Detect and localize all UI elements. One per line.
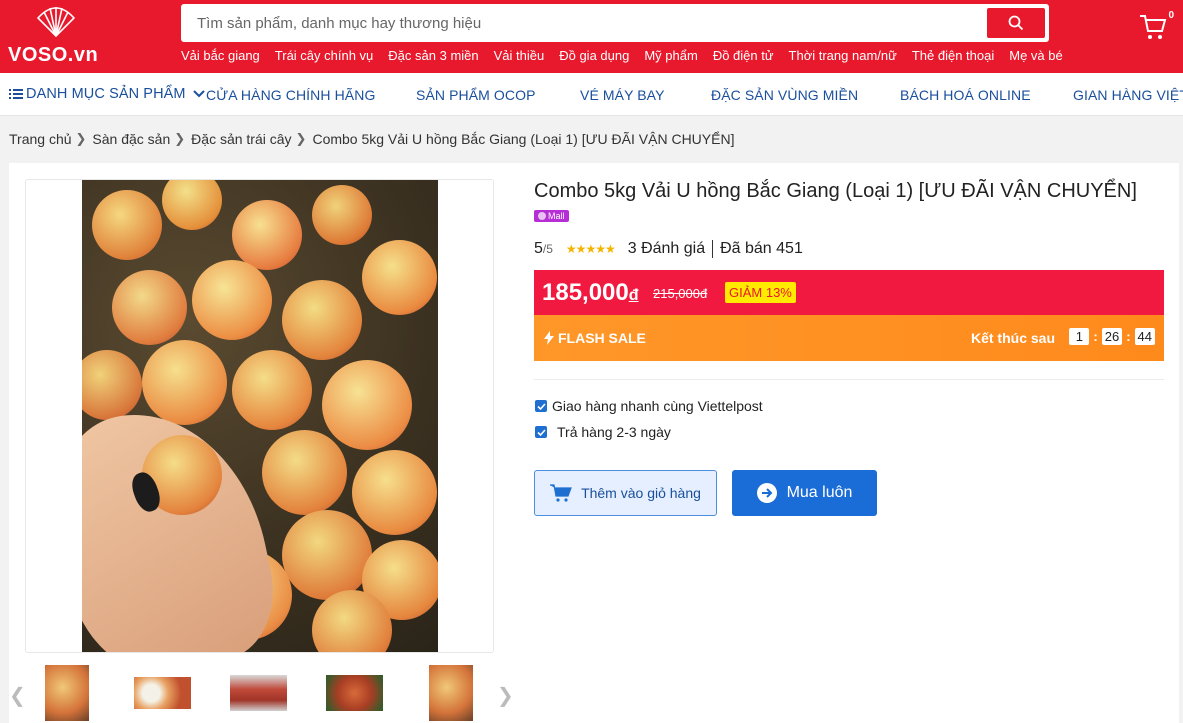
cart-icon: [550, 484, 572, 502]
category-menu-label: DANH MỤC SẢN PHẨM: [26, 86, 186, 102]
review-count[interactable]: 3 Đánh giá: [628, 240, 705, 258]
ends-label: Kết thúc sau: [970, 330, 1055, 346]
quick-link[interactable]: Trái cây chính vụ: [275, 48, 374, 63]
logo[interactable]: VOSO.vn: [8, 4, 104, 66]
quick-link[interactable]: Mẹ và bé: [1009, 48, 1062, 63]
search-icon: [1008, 15, 1024, 31]
mall-badge-label: Mall: [548, 211, 565, 221]
top-header: VOSO.vn 0 Vải bắc giang Trái cây chính v…: [0, 0, 1183, 73]
thumbnail-strip: ❮ ❯: [9, 663, 519, 723]
quick-link[interactable]: Đồ gia dụng: [559, 48, 629, 63]
flash-sale-text: FLASH SALE: [558, 330, 646, 346]
nav-item[interactable]: BÁCH HOÁ ONLINE: [900, 87, 1031, 103]
currency: đ: [628, 287, 639, 304]
nav-item[interactable]: VÉ MÁY BAY: [580, 87, 665, 103]
breadcrumb: Trang chủ ❯ Sàn đặc sản ❯ Đặc sản trái cây…: [9, 131, 734, 147]
mall-badge: Mall: [534, 210, 569, 222]
timer-minutes: 26: [1101, 328, 1123, 345]
lychee-photo: [82, 180, 438, 652]
quick-links: Vải bắc giang Trái cây chính vụ Đặc sản …: [181, 48, 1063, 63]
timer-hours: 1: [1069, 328, 1090, 345]
rating-row: 5 /5 ★★★★★ 3 Đánh giá Đã bán 451: [534, 240, 803, 258]
quick-link[interactable]: Vải thiều: [494, 48, 545, 63]
star-rating-icon: ★★★★★: [565, 242, 616, 256]
shell-logo-icon: [36, 7, 76, 38]
chevron-right-icon: ❯: [174, 131, 186, 146]
thumbnail[interactable]: [134, 677, 191, 709]
buy-now-label: Mua luôn: [786, 484, 853, 501]
countdown-timer: 1: 26: 44: [1069, 328, 1155, 345]
quick-link[interactable]: Vải bắc giang: [181, 48, 260, 63]
feature-text: Giao hàng nhanh cùng Viettelpost: [552, 398, 763, 414]
chevron-right-icon[interactable]: ❯: [497, 683, 514, 708]
add-to-cart-button[interactable]: Thêm vào giỏ hàng: [534, 470, 717, 516]
search-input[interactable]: [183, 6, 983, 40]
cart-count: 0: [1168, 10, 1174, 21]
current-price: 185,000đ: [542, 279, 639, 307]
mall-icon: [538, 212, 546, 220]
chevron-right-icon: ❯: [295, 131, 307, 146]
flash-sale-bar: FLASH SALE Kết thúc sau 1: 26: 44: [534, 315, 1164, 361]
feature-item: Giao hàng nhanh cùng Viettelpost: [535, 398, 763, 414]
rating-value: 5: [534, 240, 543, 257]
add-to-cart-label: Thêm vào giỏ hàng: [581, 485, 701, 501]
thumbnail[interactable]: [429, 665, 473, 721]
arrow-right-circle-icon: [756, 483, 777, 503]
nav-item[interactable]: GIAN HÀNG VIỆT: [1073, 87, 1183, 103]
main-nav: DANH MỤC SẢN PHẨM CỬA HÀNG CHÍNH HÃNG SẢ…: [0, 73, 1183, 116]
breadcrumb-link[interactable]: Sàn đặc sản: [92, 131, 170, 147]
breadcrumb-current: Combo 5kg Vải U hồng Bắc Giang (Loại 1) …: [312, 131, 735, 147]
lightning-icon: [544, 331, 554, 345]
thumbnail[interactable]: [45, 665, 89, 721]
nav-item[interactable]: ĐẶC SẢN VÙNG MIỀN: [711, 87, 858, 103]
rating-max: /5: [542, 242, 553, 256]
thumbnail[interactable]: [326, 675, 383, 711]
quick-link[interactable]: Mỹ phẩm: [644, 48, 697, 63]
quick-link[interactable]: Thẻ điện thoại: [912, 48, 994, 63]
chevron-right-icon: ❯: [75, 131, 87, 146]
breadcrumb-link[interactable]: Đặc sản trái cây: [191, 131, 291, 147]
sold-count: Đã bán 451: [720, 240, 803, 257]
list-icon: [9, 89, 23, 99]
timer-seconds: 44: [1134, 328, 1155, 345]
search-button[interactable]: [987, 8, 1045, 38]
discount-badge: GIẢM 13%: [725, 282, 796, 303]
divider: [712, 240, 714, 258]
breadcrumb-link[interactable]: Trang chủ: [9, 131, 72, 147]
price-value: 185,000: [542, 279, 629, 306]
nav-item[interactable]: CỬA HÀNG CHÍNH HÃNG: [206, 87, 375, 103]
product-card: ❮ ❯ Combo 5kg Vải U hồng Bắc Giang (Loại…: [9, 163, 1179, 723]
chevron-down-icon: [192, 90, 205, 98]
cart-button[interactable]: 0: [1138, 8, 1174, 42]
product-main-image[interactable]: [25, 179, 494, 653]
feature-text: Trả hàng 2-3 ngày: [557, 424, 671, 440]
search-bar: [181, 4, 1049, 42]
flash-sale-label: FLASH SALE: [544, 330, 646, 346]
buy-now-button[interactable]: Mua luôn: [732, 470, 877, 516]
check-icon: [535, 400, 547, 412]
feature-item: Trả hàng 2-3 ngày: [535, 424, 671, 440]
chevron-left-icon[interactable]: ❮: [9, 683, 26, 708]
quick-link[interactable]: Thời trang nam/nữ: [789, 48, 897, 63]
quick-link[interactable]: Đồ điện tử: [713, 48, 774, 63]
nav-item[interactable]: SẢN PHẨM OCOP: [416, 87, 536, 103]
quick-link[interactable]: Đặc sản 3 miền: [388, 48, 478, 63]
category-menu[interactable]: DANH MỤC SẢN PHẨM: [9, 86, 205, 102]
cart-icon: [1140, 15, 1167, 39]
product-title: Combo 5kg Vải U hồng Bắc Giang (Loại 1) …: [534, 180, 1137, 202]
check-icon: [535, 426, 547, 438]
thumbnail[interactable]: [230, 675, 287, 711]
divider: [534, 379, 1164, 380]
price-box: 185,000đ 215,000đ GIẢM 13%: [534, 270, 1164, 315]
old-price: 215,000đ: [653, 286, 708, 301]
brand-name: VOSO.vn: [8, 44, 99, 66]
